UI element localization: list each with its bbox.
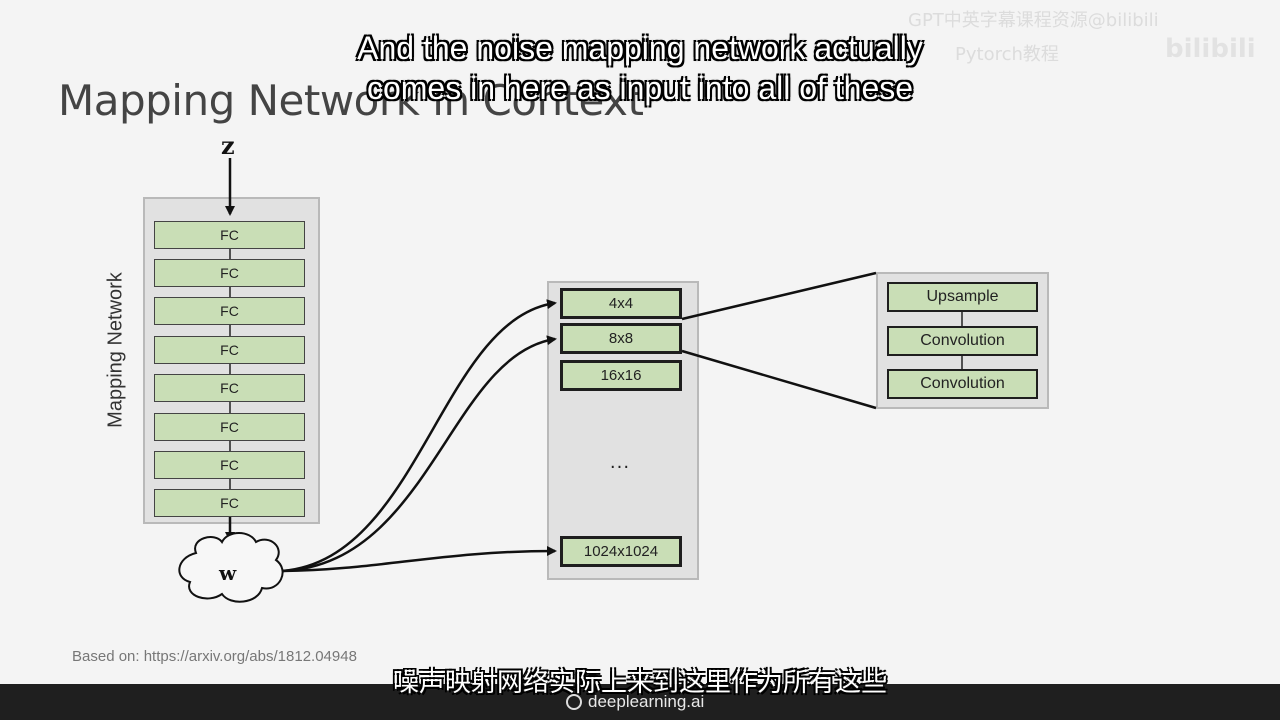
brand: deeplearning.ai xyxy=(566,692,704,712)
mapping-network-label: Mapping Network xyxy=(104,272,127,428)
fc-layer: FC xyxy=(154,374,305,402)
fc-layer: FC xyxy=(154,413,305,441)
resolution-ellipsis: ... xyxy=(609,452,631,473)
convolution-block: Convolution xyxy=(887,326,1038,356)
fc-layer: FC xyxy=(154,297,305,325)
fc-layer: FC xyxy=(154,221,305,249)
resolution-block-16x16: 16x16 xyxy=(560,360,682,391)
resolution-block-4x4: 4x4 xyxy=(560,288,682,319)
fc-layer: FC xyxy=(154,336,305,364)
w-to-4x4-arrow xyxy=(281,299,557,573)
convolution-block: Convolution xyxy=(887,369,1038,399)
brand-name: deeplearning.ai xyxy=(588,692,705,711)
zoom-line-bottom xyxy=(681,349,877,410)
upsample-block: Upsample xyxy=(887,282,1038,312)
subtitle-english-line2: comes in here as input into all of these xyxy=(366,70,914,106)
w-latent-label: w xyxy=(219,561,237,585)
subtitle-english-line1: And the noise mapping network actually xyxy=(357,30,923,66)
fc-layer: FC xyxy=(154,489,305,517)
watermark-text: GPT中英字幕课程资源@bilibili xyxy=(908,10,1159,31)
zoom-line-top xyxy=(681,271,877,321)
z-input-label: z xyxy=(221,131,235,160)
resolution-block-8x8: 8x8 xyxy=(560,323,682,354)
fc-layer: FC xyxy=(154,259,305,287)
deeplearning-logo-icon xyxy=(566,694,582,710)
resolution-block-1024x1024: 1024x1024 xyxy=(560,536,682,567)
fc-layer: FC xyxy=(154,451,305,479)
